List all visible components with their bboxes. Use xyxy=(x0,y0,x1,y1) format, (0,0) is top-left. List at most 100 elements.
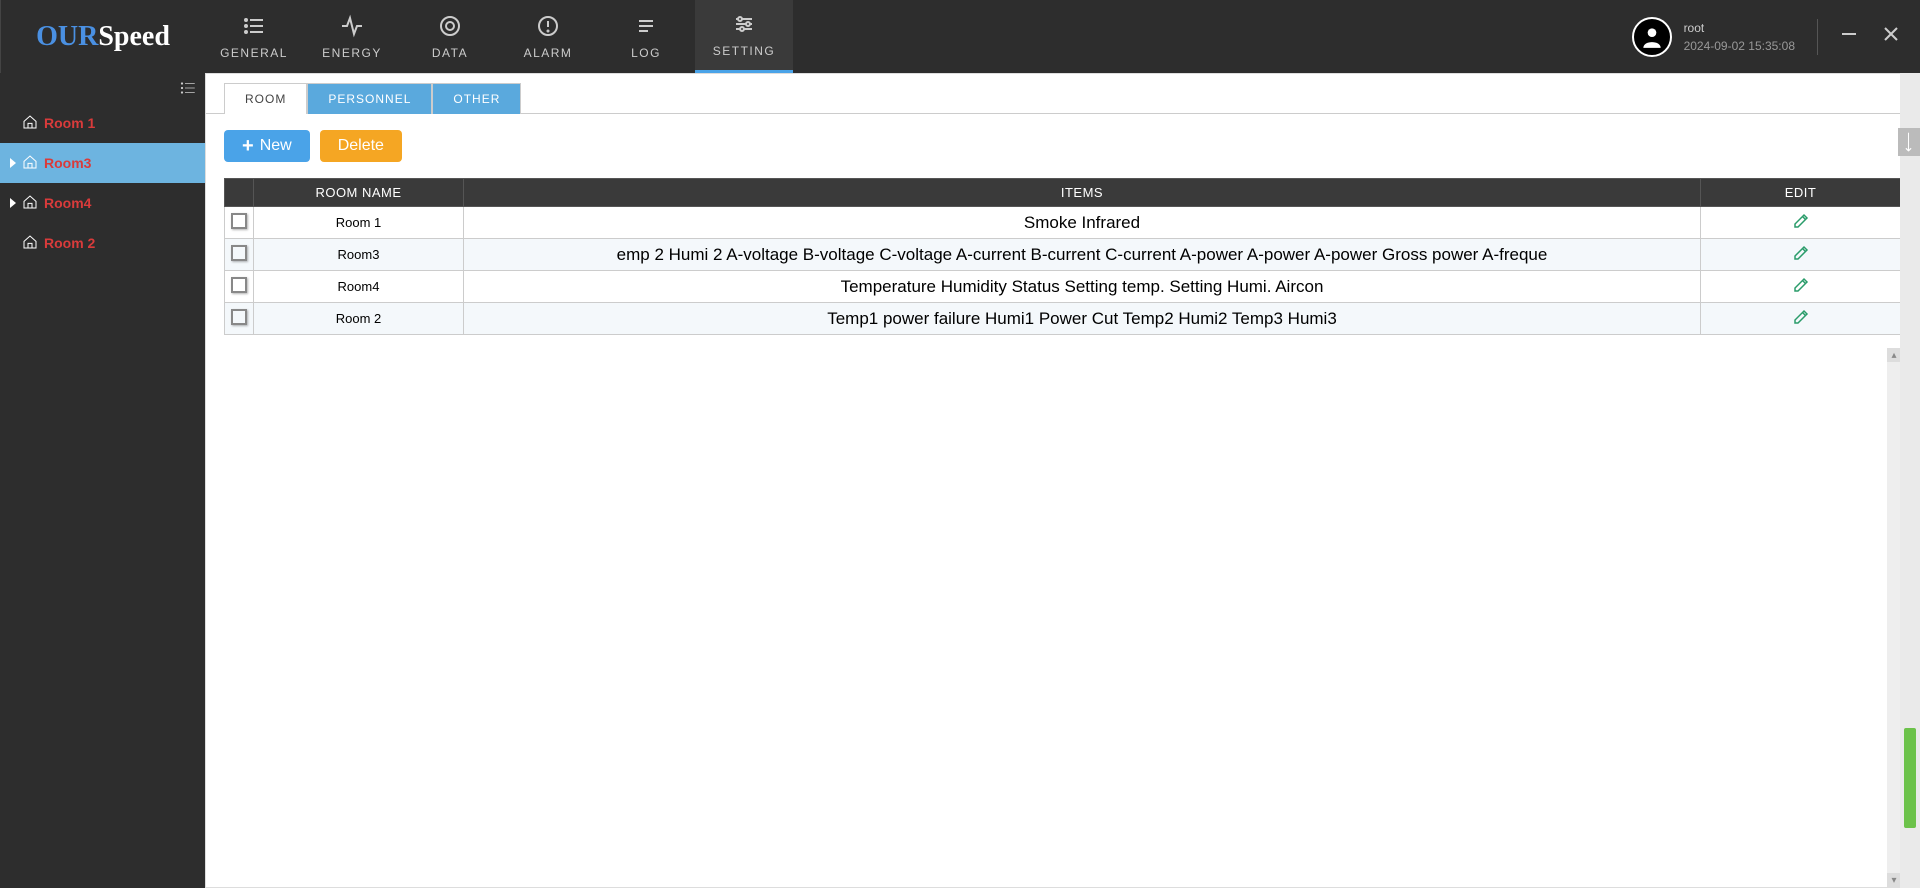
row-items: Temp1 power failure Humi1 Power Cut Temp… xyxy=(464,303,1701,335)
home-icon xyxy=(22,114,38,133)
home-icon xyxy=(22,234,38,253)
new-button[interactable]: + New xyxy=(224,130,310,162)
row-edit-cell xyxy=(1701,271,1901,303)
row-check-cell xyxy=(225,271,254,303)
tab-bar: ROOM PERSONNEL OTHER xyxy=(206,74,1919,114)
sidebar-item-label: Room 1 xyxy=(44,115,95,131)
row-room-name: Room3 xyxy=(254,239,464,271)
app-header: OURSpeed GENERAL ENERGY DATA ALARM LOG S… xyxy=(0,0,1920,73)
sidebar-item-label: Room 2 xyxy=(44,235,95,251)
row-checkbox[interactable] xyxy=(231,245,247,261)
table-row: Room4Temperature Humidity Status Setting… xyxy=(225,271,1901,303)
sidebar-collapse-icon[interactable] xyxy=(179,79,197,102)
logo-part1: OUR xyxy=(36,21,98,53)
sidebar-item-room2[interactable]: Room 2 xyxy=(0,223,205,263)
nav-log[interactable]: LOG xyxy=(597,0,695,73)
row-room-name: Room4 xyxy=(254,271,464,303)
tab-room[interactable]: ROOM xyxy=(224,83,307,114)
home-icon xyxy=(22,194,38,213)
nav-alarm[interactable]: ALARM xyxy=(499,0,597,73)
toolbar: + New Delete xyxy=(206,114,1919,178)
divider xyxy=(1817,19,1818,55)
row-check-cell xyxy=(225,239,254,271)
edit-icon[interactable] xyxy=(1792,217,1810,234)
nav-label: LOG xyxy=(631,46,661,60)
nav-label: DATA xyxy=(432,46,468,60)
row-items: Temperature Humidity Status Setting temp… xyxy=(464,271,1701,303)
sidebar-list: Room 1 Room3 Room4 Room 2 xyxy=(0,103,205,263)
nav-label: GENERAL xyxy=(220,46,288,60)
side-flyout-tab[interactable]: ⟶ xyxy=(1898,128,1920,156)
nav-data[interactable]: DATA xyxy=(401,0,499,73)
new-button-label: New xyxy=(260,137,292,155)
sliders-icon xyxy=(732,12,756,36)
row-edit-cell xyxy=(1701,303,1901,335)
table-wrap: ROOM NAME ITEMS EDIT Room 1Smoke Infrare… xyxy=(224,178,1901,887)
table-row: Room 1Smoke Infrared xyxy=(225,207,1901,239)
sidebar: Room 1 Room3 Room4 Room 2 xyxy=(0,73,205,888)
nav-energy[interactable]: ENERGY xyxy=(303,0,401,73)
table-scrollbar[interactable]: ▴ ▾ xyxy=(1887,348,1901,887)
minimize-button[interactable] xyxy=(1840,25,1858,48)
row-checkbox[interactable] xyxy=(231,277,247,293)
col-header-items: ITEMS xyxy=(464,179,1701,207)
user-datetime: 2024-09-02 15:35:08 xyxy=(1684,37,1795,55)
nav-setting[interactable]: SETTING xyxy=(695,0,793,73)
delete-button-label: Delete xyxy=(338,137,384,155)
row-items: Smoke Infrared xyxy=(464,207,1701,239)
chevron-right-icon xyxy=(10,158,16,168)
col-header-room: ROOM NAME xyxy=(254,179,464,207)
user-avatar[interactable] xyxy=(1632,17,1672,57)
row-edit-cell xyxy=(1701,239,1901,271)
row-check-cell xyxy=(225,207,254,239)
sidebar-item-room3[interactable]: Room3 xyxy=(0,143,205,183)
nav-label: ALARM xyxy=(524,46,573,60)
col-header-edit: EDIT xyxy=(1701,179,1901,207)
nav-label: SETTING xyxy=(713,44,776,58)
sidebar-item-room1[interactable]: Room 1 xyxy=(0,103,205,143)
edit-icon[interactable] xyxy=(1792,313,1810,330)
edit-icon[interactable] xyxy=(1792,281,1810,298)
activity-icon xyxy=(340,14,364,38)
col-header-check xyxy=(225,179,254,207)
chevron-right-icon xyxy=(10,198,16,208)
tab-other[interactable]: OTHER xyxy=(432,83,521,114)
row-edit-cell xyxy=(1701,207,1901,239)
sidebar-item-room4[interactable]: Room4 xyxy=(0,183,205,223)
plus-icon: + xyxy=(242,136,254,156)
close-button[interactable] xyxy=(1882,25,1900,48)
app-logo: OURSpeed xyxy=(0,0,205,73)
row-checkbox[interactable] xyxy=(231,309,247,325)
row-room-name: Room 1 xyxy=(254,207,464,239)
row-items: emp 2 Humi 2 A-voltage B-voltage C-volta… xyxy=(464,239,1701,271)
table-row: Room3emp 2 Humi 2 A-voltage B-voltage C-… xyxy=(225,239,1901,271)
username: root xyxy=(1684,19,1795,37)
tab-personnel[interactable]: PERSONNEL xyxy=(307,83,432,114)
lines-icon xyxy=(634,14,658,38)
main-panel: ROOM PERSONNEL OTHER + New Delete ROOM N… xyxy=(205,73,1920,888)
alert-icon xyxy=(536,14,560,38)
scroll-down-icon[interactable]: ▾ xyxy=(1887,873,1901,887)
table-row: Room 2Temp1 power failure Humi1 Power Cu… xyxy=(225,303,1901,335)
rooms-table: ROOM NAME ITEMS EDIT Room 1Smoke Infrare… xyxy=(224,178,1901,335)
delete-button[interactable]: Delete xyxy=(320,130,402,162)
row-room-name: Room 2 xyxy=(254,303,464,335)
scroll-up-icon[interactable]: ▴ xyxy=(1887,348,1901,362)
header-right: root 2024-09-02 15:35:08 xyxy=(1632,0,1900,73)
scroll-track[interactable] xyxy=(1887,362,1901,873)
window-controls xyxy=(1840,25,1900,48)
row-checkbox[interactable] xyxy=(231,213,247,229)
user-info: root 2024-09-02 15:35:08 xyxy=(1684,19,1795,55)
list-icon xyxy=(242,14,266,38)
nav-general[interactable]: GENERAL xyxy=(205,0,303,73)
nav-bar: GENERAL ENERGY DATA ALARM LOG SETTING xyxy=(205,0,793,73)
app-body: Room 1 Room3 Room4 Room 2 ROOM PERSONNEL xyxy=(0,73,1920,888)
outer-scroll-panel[interactable] xyxy=(1900,73,1920,888)
nav-label: ENERGY xyxy=(322,46,382,60)
row-check-cell xyxy=(225,303,254,335)
edit-icon[interactable] xyxy=(1792,249,1810,266)
sidebar-item-label: Room4 xyxy=(44,195,91,211)
home-icon xyxy=(22,154,38,173)
scroll-thumb[interactable] xyxy=(1904,728,1916,828)
logo-part2: Speed xyxy=(98,21,170,53)
